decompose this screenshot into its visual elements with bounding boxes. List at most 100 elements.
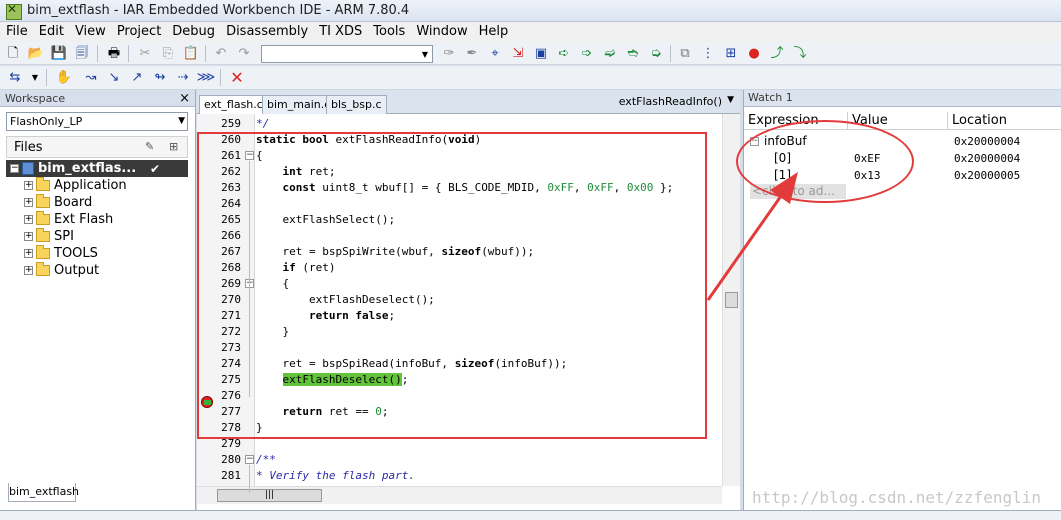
- tree-folder-output[interactable]: + Output: [6, 262, 188, 279]
- menu-file[interactable]: File: [1, 22, 33, 42]
- find-previous-icon[interactable]: ✑: [440, 45, 458, 62]
- watch-row[interactable]: [0] 0xEF 0x20000004: [744, 150, 1061, 167]
- tab-bim-main[interactable]: bim_main.c: [262, 95, 336, 114]
- undo-icon[interactable]: ↶: [212, 45, 230, 62]
- vertical-scrollbar[interactable]: [722, 114, 740, 486]
- copy-icon[interactable]: ⎘: [159, 45, 177, 62]
- line-number: 262: [221, 165, 241, 178]
- watch-row[interactable]: − infoBuf 0x20000004: [744, 133, 1061, 150]
- chevron-down-icon[interactable]: ▼: [727, 95, 734, 105]
- new-file-icon[interactable]: 🗋: [4, 45, 22, 62]
- folder-label: Board: [54, 195, 93, 210]
- menu-debug[interactable]: Debug: [167, 22, 220, 42]
- column-expression[interactable]: Expression: [744, 112, 848, 130]
- watch-row[interactable]: [1] 0x13 0x20000005: [744, 167, 1061, 184]
- run-to-cursor-icon[interactable]: ⇢: [174, 69, 192, 86]
- tree-folder-application[interactable]: + Application: [6, 177, 188, 194]
- horizontal-scrollbar[interactable]: |||: [197, 486, 722, 504]
- tree-folder-ext-flash[interactable]: + Ext Flash: [6, 211, 188, 228]
- chevron-down-icon[interactable]: ▼: [178, 113, 185, 130]
- configuration-select[interactable]: FlashOnly_LP ▼: [6, 112, 188, 131]
- paste-icon[interactable]: 📋: [182, 45, 200, 62]
- navigate-step-icon[interactable]: ➭: [647, 45, 665, 62]
- menu-edit[interactable]: Edit: [34, 22, 69, 42]
- reset-icon[interactable]: ⇆: [6, 69, 24, 86]
- stop-build-icon[interactable]: ●: [745, 45, 763, 62]
- expand-icon[interactable]: +: [24, 198, 33, 207]
- debug-no-download-icon[interactable]: ⤵: [791, 45, 809, 62]
- tab-ext-flash[interactable]: ext_flash.c: [199, 95, 268, 114]
- build-status-icon[interactable]: ⊞: [169, 140, 178, 153]
- column-location[interactable]: Location: [948, 112, 1061, 130]
- menu-disassembly[interactable]: Disassembly: [221, 22, 313, 42]
- save-all-icon[interactable]: 🗐: [73, 45, 91, 62]
- menu-help[interactable]: Help: [474, 22, 514, 42]
- code-line: return ret == 0;: [282, 405, 389, 418]
- menu-tools[interactable]: Tools: [368, 22, 410, 42]
- compile-icon[interactable]: ⧉: [676, 45, 694, 62]
- chevron-down-icon[interactable]: ▼: [418, 46, 432, 62]
- folder-icon: [36, 177, 50, 191]
- step-into-icon[interactable]: ↘: [105, 69, 123, 86]
- menu-window[interactable]: Window: [411, 22, 472, 42]
- find-combobox[interactable]: ▼: [261, 45, 433, 63]
- next-statement-icon[interactable]: ↬: [151, 69, 169, 86]
- workspace-title: Workspace: [5, 91, 66, 105]
- scrollbar-thumb[interactable]: [725, 292, 738, 308]
- bookmark-toggle-icon[interactable]: ▣: [532, 45, 550, 62]
- collapse-icon[interactable]: −: [750, 137, 759, 146]
- expand-icon[interactable]: +: [24, 266, 33, 275]
- step-out-icon[interactable]: ↗: [128, 69, 146, 86]
- open-folder-icon[interactable]: 📂: [27, 45, 45, 62]
- menu-ti-xds[interactable]: TI XDS: [314, 22, 367, 42]
- watch-value: 0xEF: [854, 152, 881, 165]
- go-to-icon[interactable]: ⇲: [509, 45, 527, 62]
- stop-debugging-icon[interactable]: ✕: [228, 69, 246, 86]
- expand-icon[interactable]: +: [24, 181, 33, 190]
- line-number: 268: [221, 261, 241, 274]
- menu-view[interactable]: View: [70, 22, 111, 42]
- workspace-tab[interactable]: bim_extflash: [8, 483, 79, 502]
- download-debug-icon[interactable]: ⤴: [768, 45, 786, 62]
- print-icon[interactable]: 🖶: [105, 45, 123, 62]
- expand-icon[interactable]: +: [24, 215, 33, 224]
- bookmark-next-icon[interactable]: ➪: [555, 45, 573, 62]
- rebuild-icon[interactable]: ⊞: [722, 45, 740, 62]
- find-in-files-icon[interactable]: ⌖: [486, 45, 504, 62]
- chevron-down-icon[interactable]: ▼: [26, 69, 44, 86]
- folder-icon: [36, 245, 50, 259]
- tree-folder-tools[interactable]: + TOOLS: [6, 245, 188, 262]
- cut-icon[interactable]: ✂: [136, 45, 154, 62]
- collapse-icon[interactable]: −: [10, 164, 19, 173]
- tree-folder-spi[interactable]: + SPI: [6, 228, 188, 245]
- redo-icon[interactable]: ↷: [235, 45, 253, 62]
- tab-bls-bsp[interactable]: bls_bsp.c: [326, 95, 387, 114]
- tree-root-project[interactable]: − bim_extflas... ✔: [6, 160, 188, 177]
- break-icon[interactable]: ✋: [55, 69, 73, 86]
- line-number: 279: [221, 437, 241, 450]
- code-line: const uint8_t wbuf[] = { BLS_CODE_MDID, …: [282, 181, 674, 194]
- step-over-icon[interactable]: ↝: [82, 69, 100, 86]
- expand-icon[interactable]: +: [24, 232, 33, 241]
- navigate-forward-icon[interactable]: ➬: [624, 45, 642, 62]
- options-icon[interactable]: ✎: [145, 140, 154, 153]
- fold-toggle-icon[interactable]: −: [245, 455, 254, 464]
- expand-icon[interactable]: +: [24, 249, 33, 258]
- menu-bar: File Edit View Project Debug Disassembly…: [0, 22, 1061, 42]
- status-bar: [0, 510, 1061, 520]
- make-icon[interactable]: ⋮: [699, 45, 717, 62]
- fold-toggle-icon[interactable]: −: [245, 151, 254, 160]
- menu-project[interactable]: Project: [112, 22, 166, 42]
- navigate-back-icon[interactable]: ➫: [601, 45, 619, 62]
- bookmark-prev-icon[interactable]: ➩: [578, 45, 596, 62]
- save-icon[interactable]: 💾: [50, 45, 68, 62]
- code-area[interactable]: */ static bool extFlashReadInfo(void) { …: [256, 114, 722, 486]
- tree-folder-board[interactable]: + Board: [6, 194, 188, 211]
- watch-add-expression[interactable]: <click to ad...: [750, 184, 846, 199]
- scrollbar-thumb[interactable]: |||: [217, 489, 322, 502]
- column-value[interactable]: Value: [848, 112, 948, 130]
- go-icon[interactable]: ⋙: [197, 69, 216, 86]
- close-icon[interactable]: ×: [179, 91, 190, 106]
- find-next-icon[interactable]: ✒: [463, 45, 481, 62]
- function-selector[interactable]: extFlashReadInfo(): [619, 95, 722, 108]
